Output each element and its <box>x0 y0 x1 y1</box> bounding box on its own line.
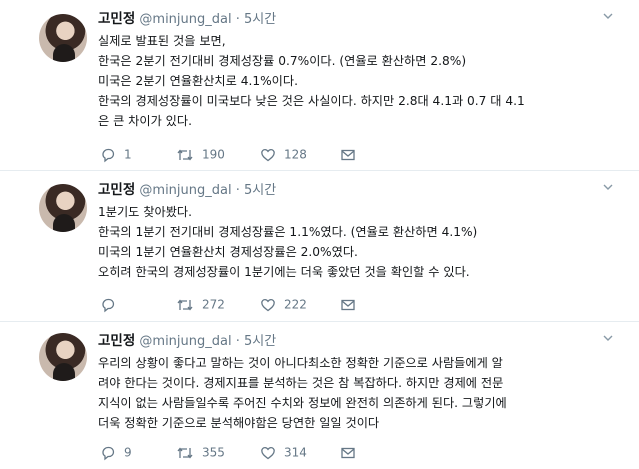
tweet-header: 고민정 @minjung_dal · 5시간 <box>98 10 276 28</box>
dm-button[interactable] <box>340 295 364 313</box>
mail-icon <box>341 149 355 160</box>
reply-count: 1 <box>124 147 132 162</box>
chevron-down-icon[interactable] <box>603 182 613 192</box>
display-name[interactable]: 고민정 <box>98 11 135 27</box>
avatar[interactable] <box>39 14 87 62</box>
tweet-text-line: 실제로 발표된 것을 보면, <box>98 34 226 48</box>
like-button[interactable]: 314 <box>260 443 307 462</box>
retweet-button[interactable]: 355 <box>176 443 225 462</box>
tweet-text-line: 오히려 한국의 경제성장률이 1분기에는 더욱 좋았던 것을 확인할 수 있다. <box>98 265 470 279</box>
tweet-text-line: 려야 한다는 것이다. 경제지표를 분석하는 것은 참 복잡하다. 하지만 경제… <box>98 376 504 390</box>
tweet-text-line: 미국은 2분기 연율환산치로 4.1%이다. <box>98 74 298 88</box>
reply-icon <box>102 148 115 162</box>
separator-dot: · <box>235 183 240 198</box>
avatar[interactable] <box>39 333 87 381</box>
reply-count: 9 <box>124 445 132 460</box>
tweet-text: 1분기도 찾아봤다. 한국의 1분기 전기대비 경제성장률은 1.1%였다. (… <box>98 202 618 282</box>
tweet[interactable]: 고민정 @minjung_dal · 5시간 실제로 발표된 것을 보면, 한국… <box>0 0 639 171</box>
timestamp[interactable]: 5시간 <box>244 183 276 198</box>
tweet-text-line: 1분기도 찾아봤다. <box>98 205 192 219</box>
retweet-icon <box>177 298 193 311</box>
retweet-count: 355 <box>202 445 225 460</box>
tweet-text-line: 한국의 경제성장률이 미국보다 낮은 것은 사실이다. 하지만 2.8대 4.1… <box>98 94 525 108</box>
tweet-text-line: 더욱 정확한 기준으로 분석해야함은 당연한 일일 것이다 <box>98 416 380 430</box>
user-handle[interactable]: @minjung_dal <box>139 334 231 349</box>
chevron-down-icon[interactable] <box>603 333 613 343</box>
separator-dot: · <box>235 12 240 27</box>
tweet[interactable]: 고민정 @minjung_dal · 5시간 우리의 상황이 좋다고 말하는 것… <box>0 322 639 469</box>
reply-button[interactable]: 9 <box>100 443 132 462</box>
tweet-text: 실제로 발표된 것을 보면, 한국은 2분기 전기대비 경제성장률 0.7%이다… <box>98 31 618 131</box>
mail-icon <box>341 447 355 458</box>
like-button[interactable]: 222 <box>260 295 307 314</box>
like-count: 128 <box>284 147 307 162</box>
avatar[interactable] <box>39 184 87 232</box>
reply-icon <box>102 298 115 312</box>
retweet-icon <box>177 446 193 459</box>
tweet[interactable]: 고민정 @minjung_dal · 5시간 1분기도 찾아봤다. 한국의 1분… <box>0 171 639 322</box>
timestamp[interactable]: 5시간 <box>244 12 276 27</box>
display-name[interactable]: 고민정 <box>98 333 135 349</box>
retweet-count: 190 <box>202 147 225 162</box>
dm-button[interactable] <box>340 443 364 461</box>
retweet-button[interactable]: 190 <box>176 145 225 164</box>
heart-icon <box>261 298 275 311</box>
dm-button[interactable] <box>340 145 364 163</box>
tweet-text-line: 한국의 1분기 전기대비 경제성장률은 1.1%였다. (연율로 환산하면 4.… <box>98 225 478 239</box>
tweet-header: 고민정 @minjung_dal · 5시간 <box>98 181 276 199</box>
reply-button[interactable] <box>100 295 124 314</box>
like-button[interactable]: 128 <box>260 145 307 164</box>
tweet-header: 고민정 @minjung_dal · 5시간 <box>98 332 276 350</box>
tweet-text-line: 한국은 2분기 전기대비 경제성장률 0.7%이다. (연율로 환산하면 2.8… <box>98 54 467 68</box>
separator-dot: · <box>235 334 240 349</box>
heart-icon <box>261 446 275 459</box>
user-handle[interactable]: @minjung_dal <box>139 183 231 198</box>
like-count: 314 <box>284 445 307 460</box>
tweet-text-line: 은 큰 차이가 있다. <box>98 114 192 128</box>
tweet-text-line: 지식이 없는 사람들일수록 주어진 수치와 정보에 완전히 의존하게 된다. 그… <box>98 396 507 410</box>
retweet-icon <box>177 148 193 161</box>
like-count: 222 <box>284 297 307 312</box>
retweet-count: 272 <box>202 297 225 312</box>
user-handle[interactable]: @minjung_dal <box>139 12 231 27</box>
reply-button[interactable]: 1 <box>100 145 132 164</box>
mail-icon <box>341 299 355 310</box>
tweet-text: 우리의 상황이 좋다고 말하는 것이 아니다최소한 정확한 기준으로 사람들에게… <box>98 353 618 433</box>
tweet-text-line: 미국의 1분기 연율환산치 경제성장률은 2.0%였다. <box>98 245 358 259</box>
reply-icon <box>102 446 115 460</box>
tweet-text-line: 우리의 상황이 좋다고 말하는 것이 아니다최소한 정확한 기준으로 사람들에게… <box>98 356 503 370</box>
timestamp[interactable]: 5시간 <box>244 334 276 349</box>
retweet-button[interactable]: 272 <box>176 295 225 314</box>
chevron-down-icon[interactable] <box>603 11 613 21</box>
display-name[interactable]: 고민정 <box>98 182 135 198</box>
heart-icon <box>261 148 275 161</box>
